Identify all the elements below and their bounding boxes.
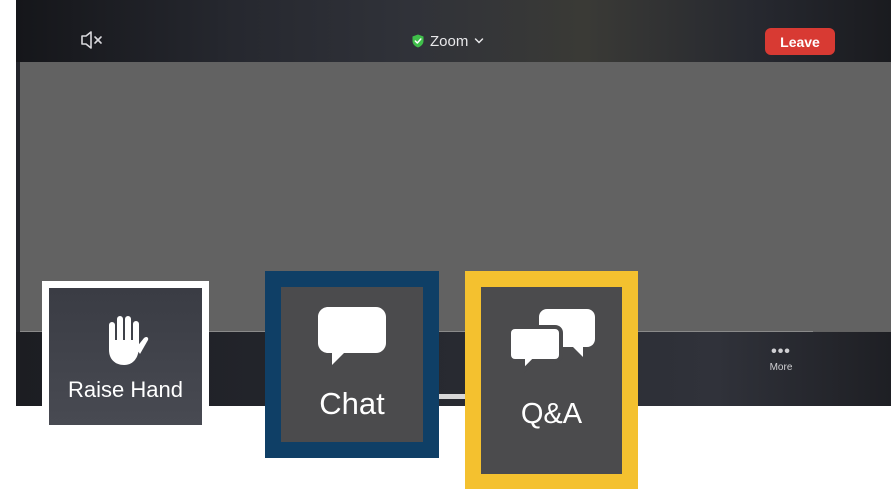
- speaker-muted-icon: [81, 31, 102, 49]
- ellipsis-icon: •••: [771, 343, 791, 360]
- raise-hand-button[interactable]: Raise Hand: [42, 281, 209, 432]
- chat-icon-wrap: [318, 307, 386, 372]
- raise-hand-icon-wrap: [100, 314, 152, 371]
- top-toolbar: Zoom Leave: [16, 0, 891, 62]
- more-button[interactable]: ••• More: [764, 343, 798, 380]
- leave-button[interactable]: Leave: [765, 28, 835, 55]
- qa-bubbles-icon: [506, 309, 595, 376]
- chat-bubble-icon: [318, 307, 386, 365]
- qa-icon-wrap: [506, 309, 595, 378]
- qa-button[interactable]: Q&A: [465, 271, 638, 489]
- meeting-title-dropdown[interactable]: Zoom: [412, 30, 484, 52]
- chat-label: Chat: [319, 386, 385, 421]
- raise-hand-label: Raise Hand: [68, 377, 183, 402]
- speaker-mute-button[interactable]: [80, 30, 106, 50]
- callout-connector: [439, 394, 465, 399]
- shield-check-icon: [412, 34, 424, 48]
- meeting-title: Zoom: [430, 32, 469, 50]
- raised-hand-icon: [108, 316, 148, 365]
- chat-button[interactable]: Chat: [265, 271, 439, 458]
- more-label: More: [769, 362, 793, 373]
- qa-label: Q&A: [520, 398, 583, 430]
- chevron-down-icon: [475, 38, 484, 44]
